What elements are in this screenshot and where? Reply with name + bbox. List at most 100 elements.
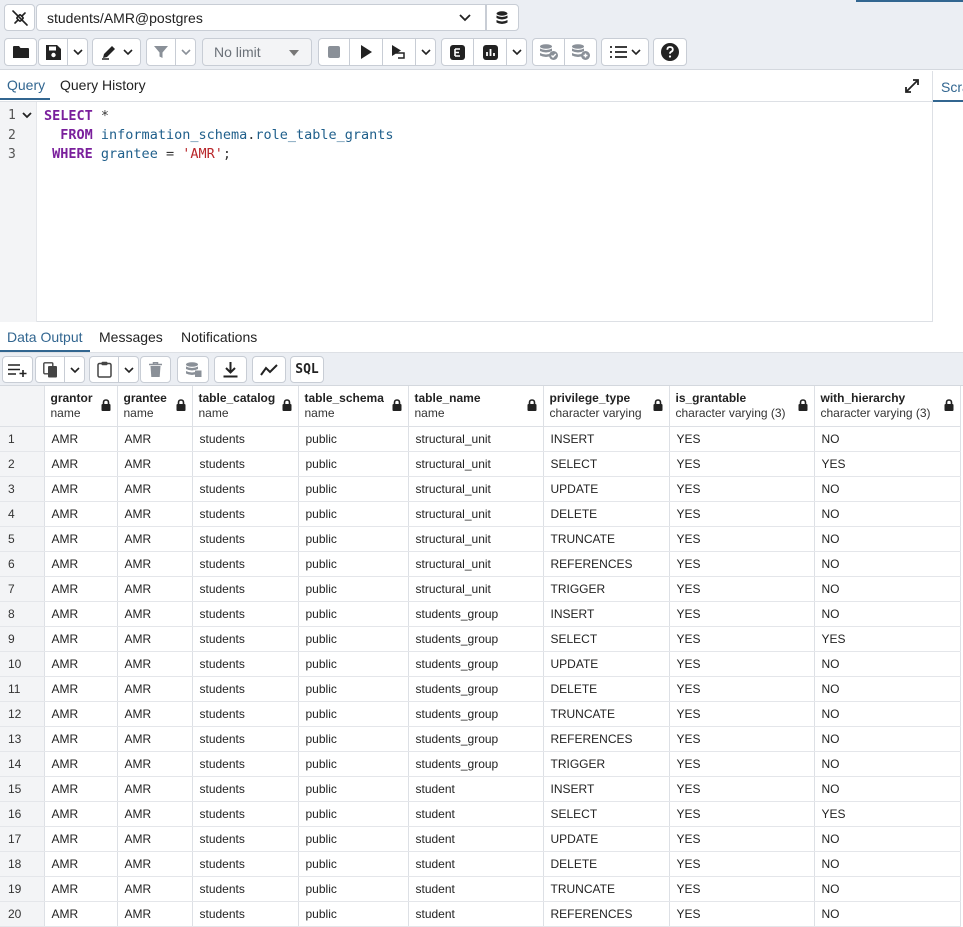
with-hierarchy-cell[interactable]: NO: [814, 751, 961, 777]
privilege-type-cell[interactable]: INSERT: [543, 776, 670, 802]
with-hierarchy-cell[interactable]: NO: [814, 576, 961, 602]
table-name-cell[interactable]: structural_unit: [408, 501, 544, 527]
column-header[interactable]: grantor name: [44, 386, 118, 427]
privilege-type-cell[interactable]: REFERENCES: [543, 726, 670, 752]
table-row[interactable]: 11 AMR AMR students public students_group DELE…: [0, 676, 961, 702]
grantor-cell[interactable]: AMR: [44, 726, 118, 752]
table-name-cell[interactable]: students_group: [408, 676, 544, 702]
privilege-type-cell[interactable]: DELETE: [543, 676, 670, 702]
row-number[interactable]: 2: [0, 451, 45, 477]
grantor-cell[interactable]: AMR: [44, 751, 118, 777]
row-number[interactable]: 3: [0, 476, 45, 502]
grantee-cell[interactable]: AMR: [117, 426, 193, 452]
copy-dropdown-button[interactable]: [65, 356, 85, 383]
table-catalog-cell[interactable]: students: [192, 751, 299, 777]
grantor-cell[interactable]: AMR: [44, 426, 118, 452]
grantor-cell[interactable]: AMR: [44, 501, 118, 527]
grantor-cell[interactable]: AMR: [44, 476, 118, 502]
table-schema-cell[interactable]: public: [298, 626, 409, 652]
grantor-cell[interactable]: AMR: [44, 676, 118, 702]
table-name-cell[interactable]: students_group: [408, 726, 544, 752]
grantee-cell[interactable]: AMR: [117, 476, 193, 502]
row-number[interactable]: 8: [0, 601, 45, 627]
commit-button[interactable]: [532, 38, 565, 66]
table-row[interactable]: 18 AMR AMR students public student DELETE YES NO: [0, 851, 961, 877]
connection-select[interactable]: students/AMR@postgres: [36, 4, 486, 31]
grantee-cell[interactable]: AMR: [117, 901, 193, 927]
with-hierarchy-cell[interactable]: YES: [814, 626, 961, 652]
privilege-type-cell[interactable]: INSERT: [543, 601, 670, 627]
table-row[interactable]: 15 AMR AMR students public student INSERT YES NO: [0, 776, 961, 802]
with-hierarchy-cell[interactable]: NO: [814, 526, 961, 552]
grantee-cell[interactable]: AMR: [117, 726, 193, 752]
open-file-button[interactable]: [4, 38, 37, 66]
is-grantable-cell[interactable]: YES: [669, 426, 815, 452]
copy-button[interactable]: [35, 356, 65, 383]
filter-dropdown-button[interactable]: [176, 38, 196, 66]
table-schema-cell[interactable]: public: [298, 876, 409, 902]
column-header[interactable]: table_name name: [408, 386, 544, 427]
table-catalog-cell[interactable]: students: [192, 676, 299, 702]
table-schema-cell[interactable]: public: [298, 851, 409, 877]
privilege-type-cell[interactable]: DELETE: [543, 851, 670, 877]
tab-query-history[interactable]: Query History: [60, 77, 146, 93]
with-hierarchy-cell[interactable]: NO: [814, 876, 961, 902]
table-row[interactable]: 1 AMR AMR students public structural_unit INSE…: [0, 426, 961, 452]
row-number[interactable]: 10: [0, 651, 45, 677]
table-catalog-cell[interactable]: students: [192, 476, 299, 502]
table-row[interactable]: 17 AMR AMR students public student UPDATE YES NO: [0, 826, 961, 852]
tab-notifications[interactable]: Notifications: [181, 329, 257, 345]
is-grantable-cell[interactable]: YES: [669, 676, 815, 702]
table-row[interactable]: 6 AMR AMR students public structural_unit REFE…: [0, 551, 961, 577]
table-name-cell[interactable]: student: [408, 826, 544, 852]
table-name-cell[interactable]: students_group: [408, 601, 544, 627]
tab-messages[interactable]: Messages: [99, 329, 163, 345]
grantor-cell[interactable]: AMR: [44, 851, 118, 877]
table-schema-cell[interactable]: public: [298, 801, 409, 827]
table-name-cell[interactable]: structural_unit: [408, 576, 544, 602]
column-header[interactable]: table_catalog name: [192, 386, 299, 427]
table-schema-cell[interactable]: public: [298, 501, 409, 527]
table-row[interactable]: 16 AMR AMR students public student SELECT YES YE…: [0, 801, 961, 827]
row-number[interactable]: 17: [0, 826, 45, 852]
row-number[interactable]: 12: [0, 701, 45, 727]
table-catalog-cell[interactable]: students: [192, 851, 299, 877]
table-row[interactable]: 8 AMR AMR students public students_group INSER…: [0, 601, 961, 627]
table-row[interactable]: 4 AMR AMR students public structural_unit DELE…: [0, 501, 961, 527]
is-grantable-cell[interactable]: YES: [669, 576, 815, 602]
row-number[interactable]: 6: [0, 551, 45, 577]
table-row[interactable]: 3 AMR AMR students public structural_unit UPDA…: [0, 476, 961, 502]
is-grantable-cell[interactable]: YES: [669, 876, 815, 902]
grantee-cell[interactable]: AMR: [117, 576, 193, 602]
table-name-cell[interactable]: student: [408, 876, 544, 902]
privilege-type-cell[interactable]: TRUNCATE: [543, 526, 670, 552]
with-hierarchy-cell[interactable]: YES: [814, 801, 961, 827]
edit-menu-button[interactable]: [92, 38, 141, 66]
download-button[interactable]: [214, 356, 247, 383]
with-hierarchy-cell[interactable]: NO: [814, 676, 961, 702]
table-schema-cell[interactable]: public: [298, 551, 409, 577]
table-row[interactable]: 7 AMR AMR students public structural_unit TRIG…: [0, 576, 961, 602]
grantor-cell[interactable]: AMR: [44, 576, 118, 602]
privilege-type-cell[interactable]: UPDATE: [543, 826, 670, 852]
grantee-cell[interactable]: AMR: [117, 526, 193, 552]
grantee-cell[interactable]: AMR: [117, 776, 193, 802]
grantor-cell[interactable]: AMR: [44, 651, 118, 677]
with-hierarchy-cell[interactable]: NO: [814, 426, 961, 452]
table-schema-cell[interactable]: public: [298, 426, 409, 452]
with-hierarchy-cell[interactable]: NO: [814, 651, 961, 677]
table-name-cell[interactable]: structural_unit: [408, 451, 544, 477]
is-grantable-cell[interactable]: YES: [669, 826, 815, 852]
is-grantable-cell[interactable]: YES: [669, 476, 815, 502]
table-name-cell[interactable]: students_group: [408, 626, 544, 652]
column-header[interactable]: is_grantable character varying (3): [669, 386, 815, 427]
execute-script-button[interactable]: [383, 38, 416, 66]
explain-analyze-button[interactable]: [474, 38, 507, 66]
table-catalog-cell[interactable]: students: [192, 551, 299, 577]
delete-row-button[interactable]: [140, 356, 171, 383]
column-header[interactable]: table_schema name: [298, 386, 409, 427]
grantor-cell[interactable]: AMR: [44, 601, 118, 627]
row-number-header[interactable]: [0, 386, 45, 427]
row-number[interactable]: 4: [0, 501, 45, 527]
row-number[interactable]: 1: [0, 426, 45, 452]
